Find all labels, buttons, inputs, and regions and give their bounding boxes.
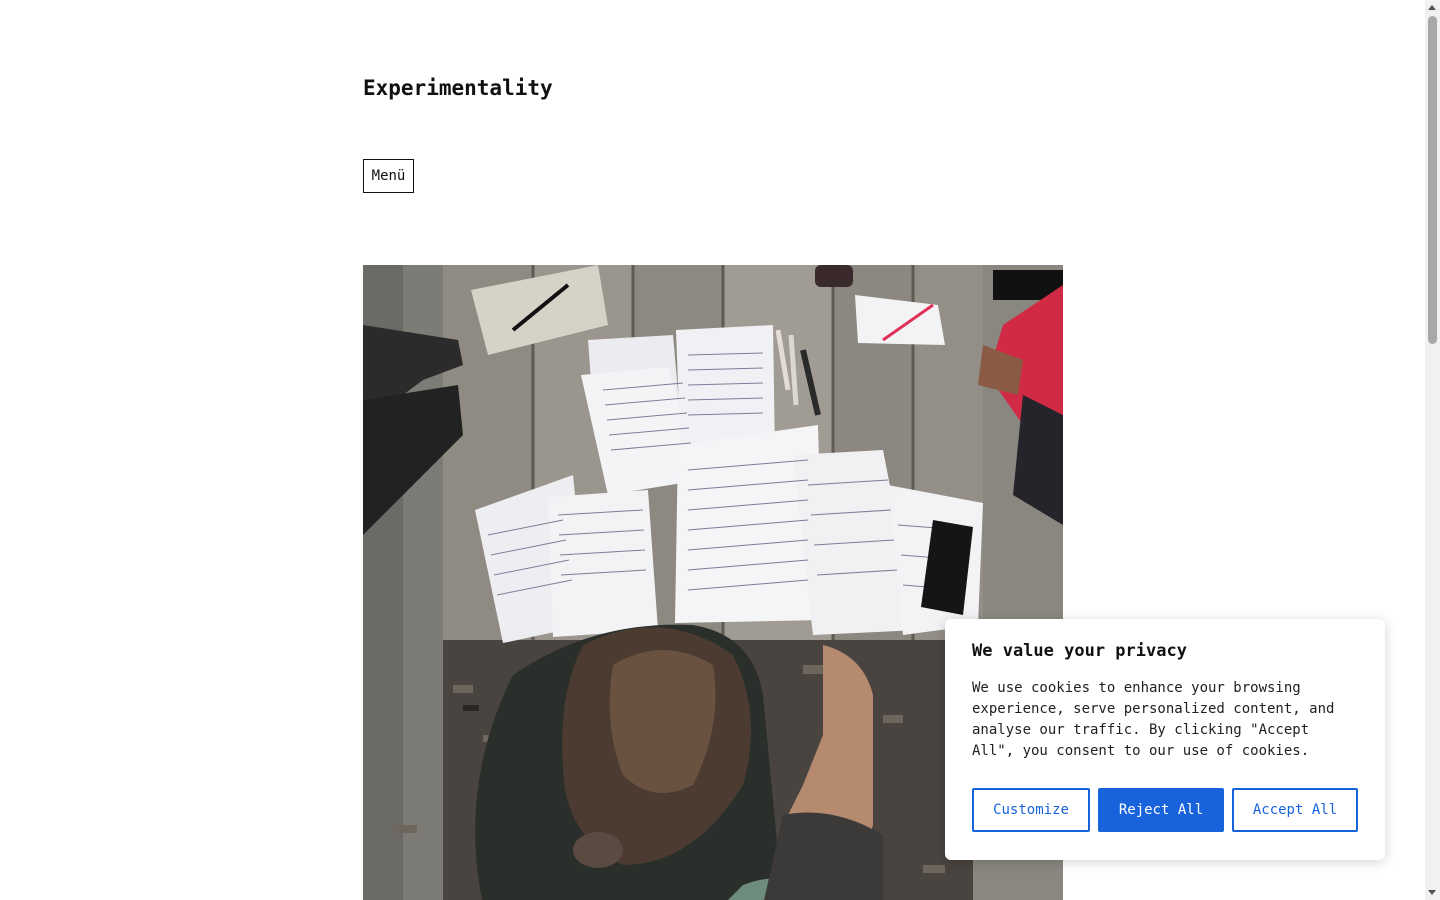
scrollbar[interactable] [1425, 0, 1440, 900]
cookie-consent-banner: We value your privacy We use cookies to … [945, 619, 1385, 860]
accept-all-button[interactable]: Accept All [1232, 788, 1358, 832]
cookie-banner-text: We use cookies to enhance your browsing … [972, 680, 1335, 759]
customize-button[interactable]: Customize [972, 788, 1090, 832]
cookie-banner-title: We value your privacy [972, 641, 1187, 661]
scrollbar-thumb[interactable] [1428, 16, 1437, 344]
reject-all-button[interactable]: Reject All [1098, 788, 1224, 832]
site-title[interactable]: Experimentality [363, 76, 553, 100]
page: Experimentality Menü We value your priva… [0, 0, 1440, 900]
scroll-up-icon[interactable] [1428, 5, 1436, 10]
menu-button[interactable]: Menü [363, 159, 414, 193]
cookie-banner-buttons: Customize Reject All Accept All [972, 788, 1358, 832]
scroll-down-icon[interactable] [1428, 890, 1436, 895]
